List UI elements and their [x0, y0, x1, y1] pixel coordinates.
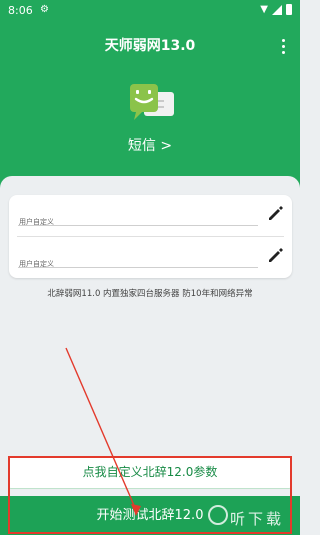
sms-robot-icon[interactable] — [124, 78, 178, 128]
status-bar: 8:06 ⚙ ▼ — [0, 0, 300, 22]
signal-icon — [272, 4, 282, 15]
pencil-icon[interactable] — [266, 246, 284, 264]
watermark-logo — [208, 505, 228, 525]
app-title: 天师弱网13.0 — [104, 38, 196, 54]
field-placeholder: 用户自定义 — [19, 218, 54, 226]
custom-field-2[interactable]: 用户自定义 — [9, 237, 292, 278]
status-time: 8:06 — [8, 4, 33, 17]
pencil-icon[interactable] — [266, 204, 284, 222]
sms-link[interactable]: 短信 > — [0, 135, 300, 155]
custom-params-button[interactable]: 点我自定义北辞12.0参数 — [8, 456, 292, 489]
status-icons: ▼ — [260, 4, 292, 15]
field-underline — [18, 267, 258, 268]
info-note: 北辞弱网11.0 内置独家四台服务器 防10年和网络异常 — [47, 289, 253, 299]
field-placeholder: 用户自定义 — [19, 260, 54, 268]
battery-icon — [286, 4, 292, 15]
watermark-text: 听下载 — [230, 510, 285, 528]
input-group: 用户自定义 用户自定义 — [9, 195, 292, 278]
field-underline — [18, 225, 258, 226]
custom-field-1[interactable]: 用户自定义 — [9, 195, 292, 236]
wifi-icon: ▼ — [260, 4, 268, 15]
more-options-icon[interactable] — [276, 36, 290, 56]
settings-status-icon: ⚙ — [40, 4, 49, 15]
